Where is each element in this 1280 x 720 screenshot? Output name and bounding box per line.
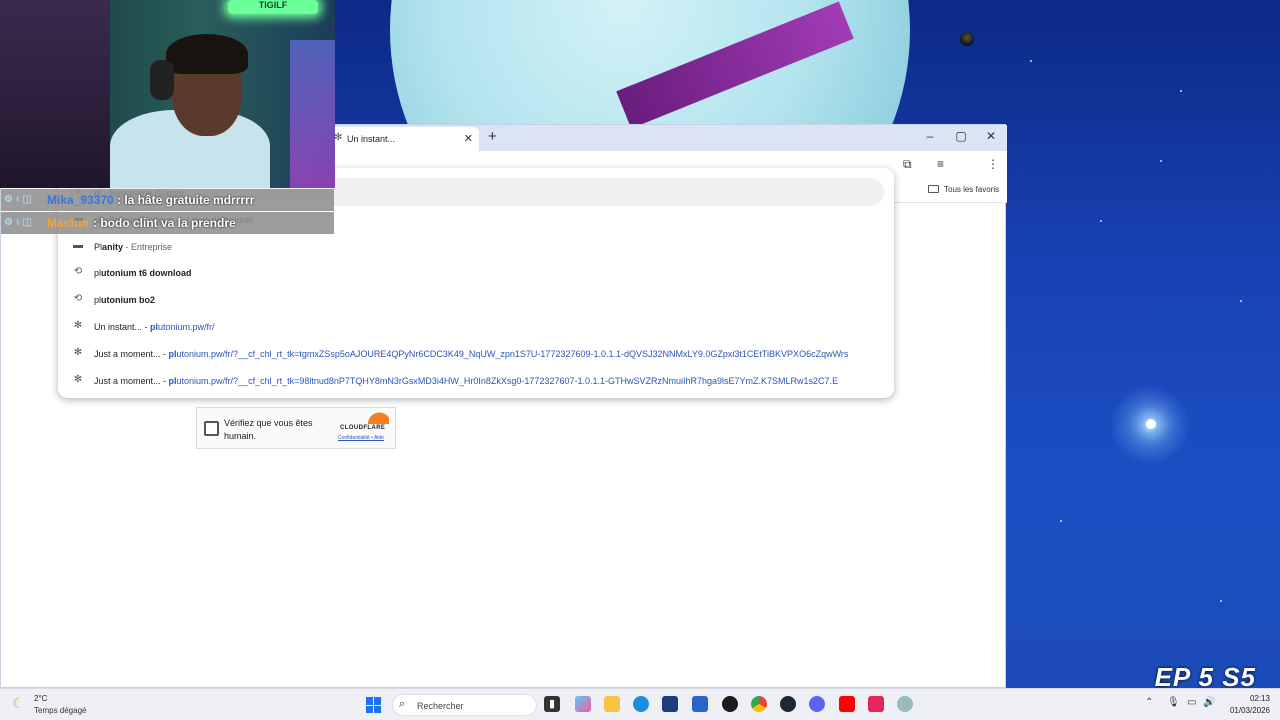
tab-title: Un instant... <box>347 134 396 144</box>
star <box>1060 520 1062 522</box>
star <box>1100 220 1102 222</box>
loading-icon: ✻ <box>334 132 343 143</box>
suggestion-item[interactable]: ✻ Un instant... - plutonium.pw/fr/ <box>58 314 894 340</box>
suggestion-item[interactable]: ▬ Planity - Entreprise <box>58 234 894 260</box>
star <box>1180 90 1182 92</box>
search-placeholder: Rechercher <box>417 701 464 711</box>
history-icon: ⟲ <box>73 293 83 305</box>
weather-condition[interactable]: Temps dégagé <box>34 706 86 715</box>
all-bookmarks-link[interactable]: Tous les favoris <box>944 185 999 194</box>
taskbar-date[interactable]: 01/03/2026 <box>1212 706 1270 715</box>
suggestion-item[interactable]: ✻ Just a moment... - plutonium.pw/fr/?__c… <box>58 341 894 367</box>
star <box>1220 600 1222 602</box>
suggestion-text: plutonium t6 download <box>94 268 192 279</box>
suggestion-item[interactable]: ⟲ plutonium t6 download <box>58 260 894 286</box>
suggestion-item[interactable]: ⟲ plutonium bo2 <box>58 287 894 313</box>
edge-icon[interactable] <box>633 696 649 712</box>
headphones <box>150 60 174 100</box>
network-icon[interactable]: ▭ <box>1187 697 1196 708</box>
extensions-icon[interactable]: ⧉ <box>903 157 912 172</box>
chevron-up-icon[interactable]: ⌃ <box>1145 697 1153 708</box>
star <box>1240 300 1242 302</box>
youtube-icon[interactable] <box>839 696 855 712</box>
file-explorer-icon[interactable] <box>604 696 620 712</box>
chat-badges: ⚙♁◫ <box>4 217 33 228</box>
suggestion-text: Just a moment... - plutonium.pw/fr/?__cf… <box>94 348 849 359</box>
star <box>1030 60 1032 62</box>
taskbar: ☾ 2°C Temps dégagé ⌕ Rechercher ▮ ⌃ 🎙 ▭ … <box>0 688 1280 720</box>
captcha-label: Vérifiez que vous êtes humain. <box>224 418 313 441</box>
search-icon: ⌕ <box>399 698 406 710</box>
suggestion-item[interactable]: ✻ Just a moment... - plutonium.pw/fr/?__c… <box>58 368 894 394</box>
loading-icon: ✻ <box>73 320 83 331</box>
history-icon: ⟲ <box>73 266 83 278</box>
suggestion-text: Just a moment... - plutonium.pw/fr/?__cf… <box>94 375 839 386</box>
maximize-button[interactable]: ▢ <box>951 129 971 143</box>
bright-star <box>1146 419 1156 429</box>
chat-text: : la hâte gratuite mdrrrrr <box>117 193 255 207</box>
minimize-button[interactable]: – <box>920 129 940 143</box>
site-icon: ▬ <box>73 239 83 251</box>
close-button[interactable]: ✕ <box>981 129 1001 143</box>
loading-icon: ✻ <box>73 373 83 385</box>
chat-message: ⚙♁◫ Mika_93370 : la hâte gratuite mdrrrr… <box>1 189 334 211</box>
cloudflare-brand: CLOUDFLARE <box>340 425 386 431</box>
tab-active[interactable]: ✻ Un instant... ✕ <box>327 127 479 151</box>
profile-avatar[interactable] <box>960 32 974 46</box>
moon-weather-icon[interactable]: ☾ <box>12 695 25 712</box>
copilot-icon[interactable] <box>575 696 591 712</box>
tab-close-icon[interactable]: ✕ <box>464 132 473 145</box>
suggestion-text: Un instant... - plutonium.pw/fr/ <box>94 322 215 332</box>
new-tab-button[interactable]: + <box>488 128 497 145</box>
loading-icon: ✻ <box>73 346 83 358</box>
start-button[interactable] <box>366 697 382 713</box>
chrome-icon[interactable] <box>751 696 767 712</box>
rgb-light <box>290 40 335 188</box>
taskbar-time[interactable]: 02:13 <box>1226 694 1270 703</box>
media-controls-icon[interactable]: ≡ <box>937 157 944 171</box>
shelf-background <box>0 0 110 188</box>
chat-username: Mika_93370 <box>47 193 114 207</box>
menu-icon[interactable]: ⋮ <box>987 157 999 171</box>
store-icon[interactable] <box>662 696 678 712</box>
cloudflare-logo <box>365 412 389 424</box>
captcha-links[interactable]: Confidentialité • Aide <box>338 435 384 441</box>
folder-icon <box>928 185 939 193</box>
neon-sign: TIGILF <box>228 0 318 14</box>
chat-badges: ⚙♁◫ <box>4 194 33 205</box>
app-icon[interactable] <box>897 696 913 712</box>
tiktok-icon[interactable] <box>868 696 884 712</box>
taskbar-search[interactable]: ⌕ Rechercher <box>392 694 537 716</box>
weather-temperature[interactable]: 2°C <box>34 694 47 703</box>
task-view-icon[interactable]: ▮ <box>544 696 560 712</box>
mail-icon[interactable] <box>692 696 708 712</box>
star <box>1160 160 1162 162</box>
streamer-hair <box>166 34 248 74</box>
discord-icon[interactable] <box>809 696 825 712</box>
suggestion-text: Planity - Entreprise <box>94 241 173 252</box>
chat-text: : bodo clint va la prendre <box>93 216 236 230</box>
human-verify-checkbox[interactable] <box>204 421 219 436</box>
chat-username: Macfun <box>47 216 89 230</box>
steam-icon[interactable] <box>780 696 796 712</box>
microphone-icon[interactable]: 🎙 <box>1167 697 1180 708</box>
webcam-overlay: TIGILF <box>0 0 335 188</box>
chat-message: ⚙♁◫ Macfun : bodo clint va la prendre <box>1 212 334 234</box>
app-icon[interactable] <box>722 696 738 712</box>
suggestion-text: plutonium bo2 <box>94 295 156 306</box>
